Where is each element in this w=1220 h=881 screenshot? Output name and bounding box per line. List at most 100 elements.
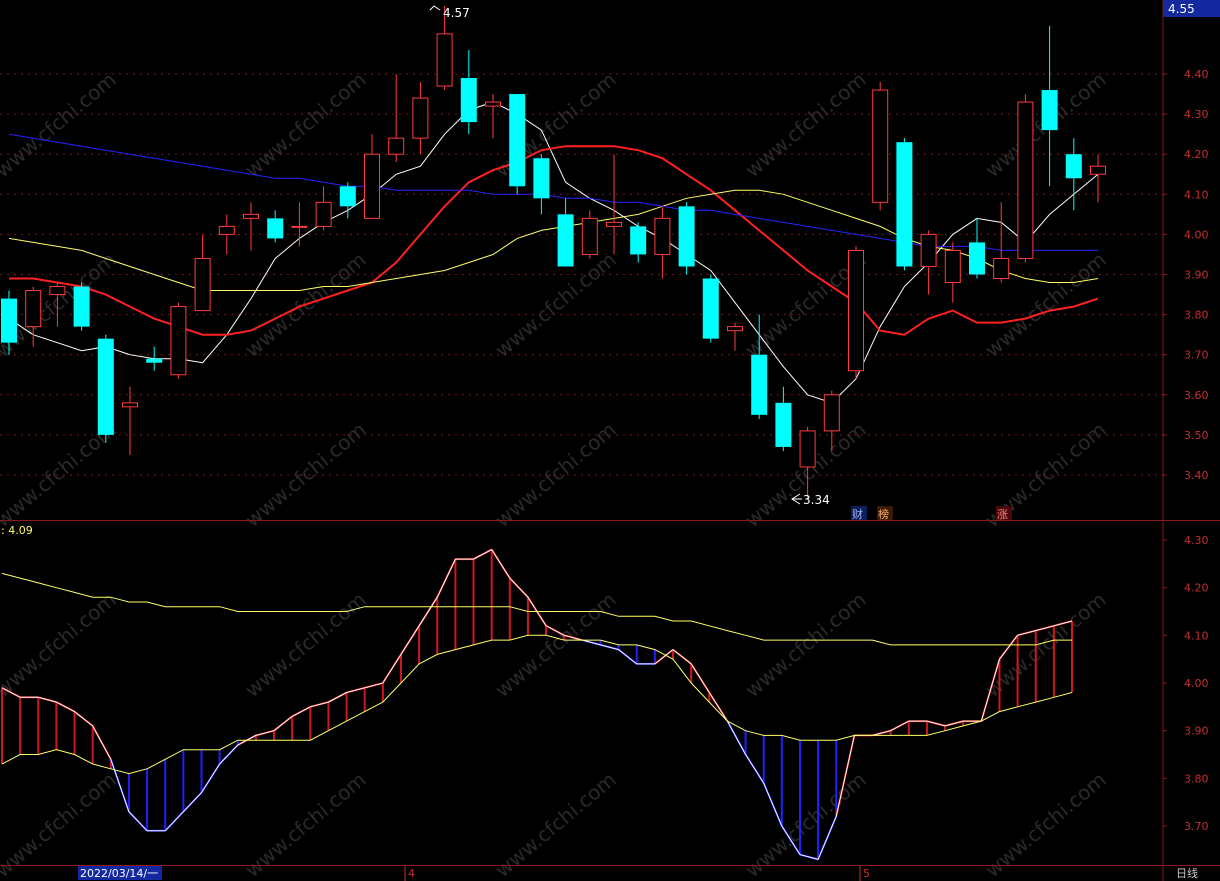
lower-y-tick-label: 4.10: [1184, 629, 1209, 642]
price-grid: [0, 73, 1163, 476]
candle[interactable]: [848, 246, 864, 379]
y-tick-label: 3.40: [1184, 469, 1209, 482]
y-tick-label: 4.10: [1184, 188, 1209, 201]
candle-body: [1041, 90, 1058, 131]
candle-body: [1065, 154, 1082, 179]
candle[interactable]: [267, 210, 284, 243]
candle-body: [1, 298, 17, 343]
candle-body: [533, 158, 550, 199]
y-axis-ticks: 4.40 4.30 4.20 4.10 4.00 3.90 3.80 3.70 3.60 3.50…: [1163, 68, 1209, 833]
candle[interactable]: [872, 82, 889, 211]
stock-chart[interactable]: www.cfchi.com www.cfchi.com www.cfchi.com w…: [0, 0, 1220, 881]
candle[interactable]: [557, 198, 574, 267]
candle[interactable]: [218, 214, 235, 255]
candle-body: [412, 97, 429, 139]
candle[interactable]: [678, 202, 695, 275]
candle[interactable]: [243, 202, 259, 251]
candle[interactable]: [73, 282, 90, 331]
candle-body: [799, 430, 816, 468]
watermark-text: www.cfchi.com: [0, 587, 121, 702]
candle[interactable]: [170, 302, 187, 379]
marker-cai[interactable]: 财: [852, 507, 863, 521]
candle[interactable]: [388, 74, 405, 163]
candle-body: [97, 338, 114, 435]
candle[interactable]: [944, 242, 961, 303]
candle[interactable]: [630, 222, 647, 263]
candle[interactable]: [533, 154, 550, 215]
lower-y-tick-label: 3.80: [1184, 772, 1209, 785]
candle[interactable]: [702, 274, 719, 343]
candle-body: [485, 101, 501, 107]
candle-body: [751, 354, 768, 415]
watermark-text: www.cfchi.com: [0, 767, 121, 881]
watermark-text: www.cfchi.com: [240, 767, 370, 881]
candle-body: [920, 233, 937, 267]
candle[interactable]: [896, 138, 913, 271]
high-arrow-icon: [429, 5, 441, 11]
candle[interactable]: [509, 94, 526, 195]
current-price-label: 4.55: [1168, 2, 1195, 16]
month-5-label: 5: [863, 867, 870, 880]
candle[interactable]: [315, 186, 332, 231]
candle-body: [630, 226, 647, 255]
indicator-fast-line: [1, 548, 1073, 860]
candle-body: [678, 206, 695, 267]
candle[interactable]: [291, 202, 308, 247]
period-label[interactable]: 日线: [1176, 866, 1198, 880]
candle-body: [654, 217, 671, 255]
lower-y-tick-label: 4.30: [1184, 534, 1209, 547]
candle-body: [727, 326, 743, 332]
candle[interactable]: [97, 334, 114, 443]
lower-indicator-bars[interactable]: [1, 548, 1073, 861]
candle[interactable]: [581, 210, 598, 259]
candle[interactable]: [460, 49, 477, 135]
y-tick-label: 4.30: [1184, 108, 1209, 121]
candle-body: [944, 249, 961, 284]
candle[interactable]: [412, 82, 429, 155]
lower-indicator-lines: [1, 548, 1073, 860]
candle-body: [436, 33, 453, 87]
date-label[interactable]: 2022/03/14/一: [80, 867, 158, 880]
watermark-text: www.cfchi.com: [490, 247, 620, 362]
candle[interactable]: [146, 346, 163, 371]
watermark-text: www.cfchi.com: [0, 67, 121, 182]
candle[interactable]: [364, 134, 380, 219]
candle[interactable]: [727, 322, 743, 351]
candle[interactable]: [775, 386, 792, 451]
lower-y-tick-label: 4.00: [1184, 677, 1209, 690]
marker-bang[interactable]: 榜: [878, 507, 889, 521]
marker-zhang[interactable]: 涨: [997, 508, 1008, 521]
candle[interactable]: [1041, 25, 1058, 187]
candle-body: [364, 153, 380, 219]
candle-body: [848, 249, 864, 372]
candle-body: [25, 290, 42, 328]
candle[interactable]: [485, 94, 501, 139]
y-tick-label: 4.00: [1184, 228, 1209, 241]
candle[interactable]: [969, 218, 985, 279]
candle[interactable]: [194, 234, 211, 312]
candle-body: [702, 278, 719, 339]
candle[interactable]: [606, 154, 622, 255]
lower-y-tick-label: 3.90: [1184, 725, 1209, 738]
candlesticks[interactable]: [1, 5, 1106, 500]
candle-body: [146, 358, 163, 363]
y-tick-label: 3.90: [1184, 269, 1209, 282]
candle[interactable]: [1017, 94, 1034, 263]
candle-body: [170, 306, 187, 376]
ma60-line: [8, 133, 1098, 251]
candle-body: [122, 402, 138, 408]
watermark-text: www.cfchi.com: [740, 587, 870, 702]
candle-body: [823, 394, 840, 432]
candle-body: [872, 89, 889, 203]
candle[interactable]: [122, 386, 138, 455]
y-tick-label: 4.40: [1184, 68, 1209, 81]
candle-body: [339, 186, 356, 207]
candle[interactable]: [993, 202, 1010, 283]
watermark-text: www.cfchi.com: [980, 767, 1110, 881]
candle[interactable]: [654, 206, 671, 279]
candle[interactable]: [920, 230, 937, 295]
indicator-long-line: [1, 572, 1072, 646]
candle-body: [194, 257, 211, 312]
candle-body: [969, 242, 985, 275]
candle-body: [509, 94, 526, 187]
